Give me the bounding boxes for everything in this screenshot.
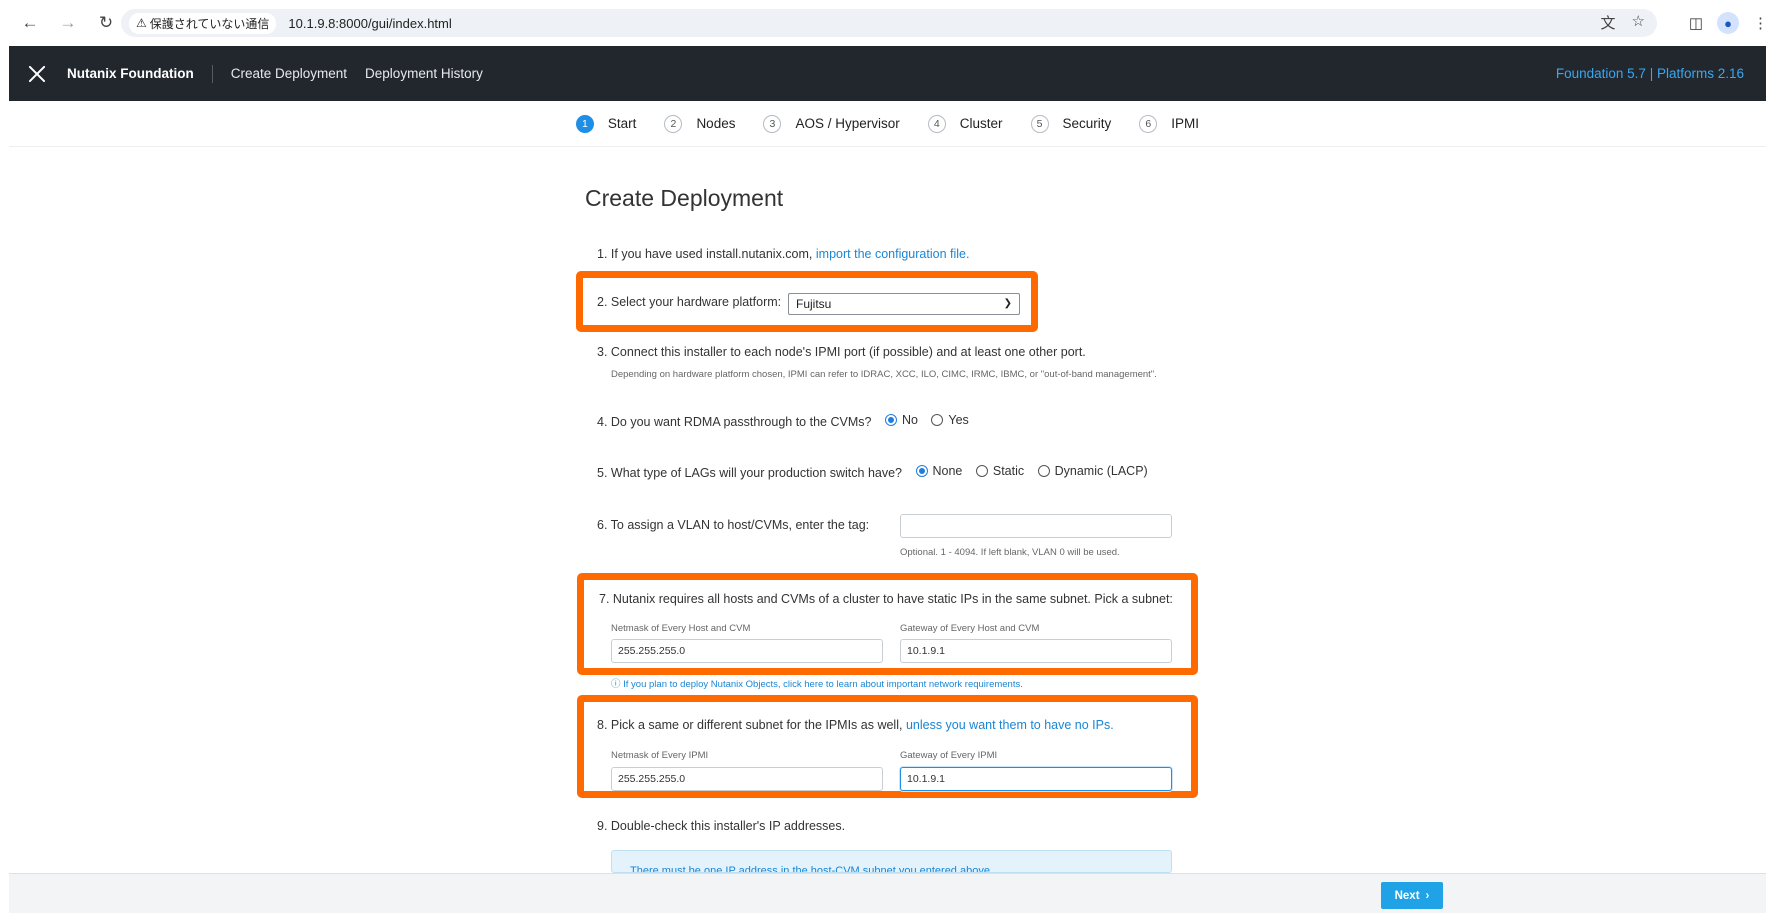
- nav-create-deployment[interactable]: Create Deployment: [231, 66, 347, 81]
- hardware-platform-select[interactable]: Fujitsu ❯: [788, 293, 1020, 315]
- objects-network-note-link[interactable]: ⓘ If you plan to deploy Nutanix Objects,…: [611, 676, 1023, 690]
- brand-name: Nutanix Foundation: [67, 66, 194, 81]
- ip-info-alert: There must be one IP address in the host…: [611, 850, 1172, 873]
- alert-text: There must be one IP address in the host…: [630, 865, 994, 873]
- step-number: 2: [664, 114, 683, 133]
- step-number: 1: [575, 114, 594, 133]
- rdma-yes-radio[interactable]: Yes: [931, 413, 969, 427]
- step-label: Start: [607, 116, 637, 131]
- question-1-text: 1. If you have used install.nutanix.com,: [597, 247, 813, 261]
- selected-platform: Fujitsu: [796, 297, 832, 311]
- ipmi-gateway-label: Gateway of Every IPMI: [900, 750, 998, 761]
- radio-unchecked-icon: [1037, 465, 1050, 477]
- vlan-tag-input[interactable]: [900, 514, 1172, 538]
- ipmi-netmask-input[interactable]: 255.255.255.0: [611, 767, 883, 791]
- step-label: AOS / Hypervisor: [795, 116, 900, 131]
- back-arrow-icon[interactable]: ←: [14, 7, 46, 39]
- radio-label: No: [901, 413, 918, 427]
- import-config-link[interactable]: import the configuration file.: [816, 247, 970, 261]
- question-3-hint: Depending on hardware platform chosen, I…: [611, 369, 1157, 380]
- extensions-icon[interactable]: ◫: [1689, 14, 1703, 32]
- question-8-text: 8. Pick a same or different subnet for t…: [597, 718, 903, 732]
- profile-avatar-icon[interactable]: ●: [1717, 12, 1739, 34]
- question-7-text: 7. Nutanix requires all hosts and CVMs o…: [599, 592, 1173, 606]
- browser-toolbar: ← → ↻ ⚠ 保護されていない通信 10.1.9.8:8000/gui/ind…: [0, 0, 1774, 46]
- host-gateway-label: Gateway of Every Host and CVM: [900, 623, 1040, 634]
- question-3-text: 3. Connect this installer to each node's…: [597, 345, 1086, 359]
- security-indicator[interactable]: ⚠ 保護されていない通信: [129, 12, 277, 34]
- step-nodes[interactable]: 2 Nodes: [664, 114, 736, 133]
- step-number: 5: [1030, 114, 1049, 133]
- question-4-text: 4. Do you want RDMA passthrough to the C…: [597, 415, 872, 429]
- page-title: Create Deployment: [585, 185, 784, 211]
- menu-dots-icon[interactable]: ⋮: [1753, 14, 1768, 32]
- question-8: 8. Pick a same or different subnet for t…: [597, 718, 1114, 732]
- header-divider: [211, 64, 213, 83]
- radio-unchecked-icon: [975, 465, 988, 477]
- question-2-text: 2. Select your hardware platform:: [597, 295, 782, 309]
- lag-dynamic-radio[interactable]: Dynamic (LACP): [1037, 464, 1148, 478]
- translate-icon[interactable]: 文: [1601, 12, 1616, 33]
- step-ipmi[interactable]: 6 IPMI: [1139, 114, 1200, 133]
- step-number: 3: [763, 114, 782, 133]
- forward-arrow-icon[interactable]: →: [52, 7, 84, 39]
- wizard-footer: Next ›: [9, 873, 1766, 913]
- rdma-no-radio[interactable]: No: [884, 413, 918, 427]
- step-label: Security: [1062, 116, 1112, 131]
- question-1: 1. If you have used install.nutanix.com,…: [597, 247, 969, 261]
- no-ipmi-ips-link[interactable]: unless you want them to have no IPs.: [906, 718, 1114, 732]
- question-5-text: 5. What type of LAGs will your productio…: [597, 466, 903, 480]
- radio-label: Dynamic (LACP): [1054, 464, 1148, 478]
- wizard-stepper: 1 Start 2 Nodes 3 AOS / Hypervisor 4 Clu…: [9, 101, 1766, 147]
- radio-label: Yes: [948, 413, 969, 427]
- next-button-label: Next: [1394, 889, 1420, 902]
- step-number: 4: [927, 114, 946, 133]
- host-netmask-label: Netmask of Every Host and CVM: [611, 623, 751, 634]
- ipmi-gateway-input[interactable]: 10.1.9.1: [900, 767, 1172, 791]
- version-info[interactable]: Foundation 5.7 | Platforms 2.16: [1556, 66, 1744, 81]
- lag-none-radio[interactable]: None: [915, 464, 963, 478]
- step-start[interactable]: 1 Start: [575, 114, 637, 133]
- ipmi-netmask-label: Netmask of Every IPMI: [611, 750, 709, 761]
- chevron-down-icon: ❯: [1003, 298, 1012, 309]
- step-cluster[interactable]: 4 Cluster: [927, 114, 1003, 133]
- address-bar[interactable]: ⚠ 保護されていない通信 10.1.9.8:8000/gui/index.htm…: [121, 9, 1657, 37]
- question-9-text: 9. Double-check this installer's IP addr…: [597, 819, 846, 833]
- radio-unchecked-icon: [931, 414, 944, 426]
- step-aos-hypervisor[interactable]: 3 AOS / Hypervisor: [763, 114, 900, 133]
- chevron-right-icon: ›: [1425, 889, 1430, 902]
- security-label: 保護されていない通信: [149, 16, 270, 31]
- lag-static-radio[interactable]: Static: [975, 464, 1025, 478]
- vlan-hint: Optional. 1 - 4094. If left blank, VLAN …: [900, 547, 1120, 558]
- step-label: Nodes: [696, 116, 736, 131]
- host-gateway-input[interactable]: 10.1.9.1: [900, 639, 1172, 663]
- step-label: IPMI: [1171, 116, 1200, 131]
- next-button[interactable]: Next ›: [1381, 882, 1443, 909]
- question-4: 4. Do you want RDMA passthrough to the C…: [597, 413, 969, 429]
- question-6-text: 6. To assign a VLAN to host/CVMs, enter …: [597, 518, 870, 532]
- reload-icon[interactable]: ↻: [90, 7, 122, 39]
- radio-checked-icon: [884, 414, 897, 426]
- host-netmask-input[interactable]: 255.255.255.0: [611, 639, 883, 663]
- radio-label: Static: [992, 464, 1025, 478]
- nutanix-logo-icon[interactable]: [27, 64, 47, 84]
- radio-label: None: [932, 464, 963, 478]
- bookmark-star-icon[interactable]: ☆: [1632, 12, 1645, 33]
- app-header: Nutanix Foundation Create Deployment Dep…: [9, 46, 1766, 101]
- step-security[interactable]: 5 Security: [1030, 114, 1112, 133]
- warning-icon: ⚠: [136, 16, 147, 30]
- nav-deployment-history[interactable]: Deployment History: [365, 66, 483, 81]
- question-5: 5. What type of LAGs will your productio…: [597, 464, 1148, 480]
- step-label: Cluster: [959, 116, 1003, 131]
- step-number: 6: [1139, 114, 1158, 133]
- url-text[interactable]: 10.1.9.8:8000/gui/index.html: [288, 16, 451, 31]
- radio-checked-icon: [915, 465, 928, 477]
